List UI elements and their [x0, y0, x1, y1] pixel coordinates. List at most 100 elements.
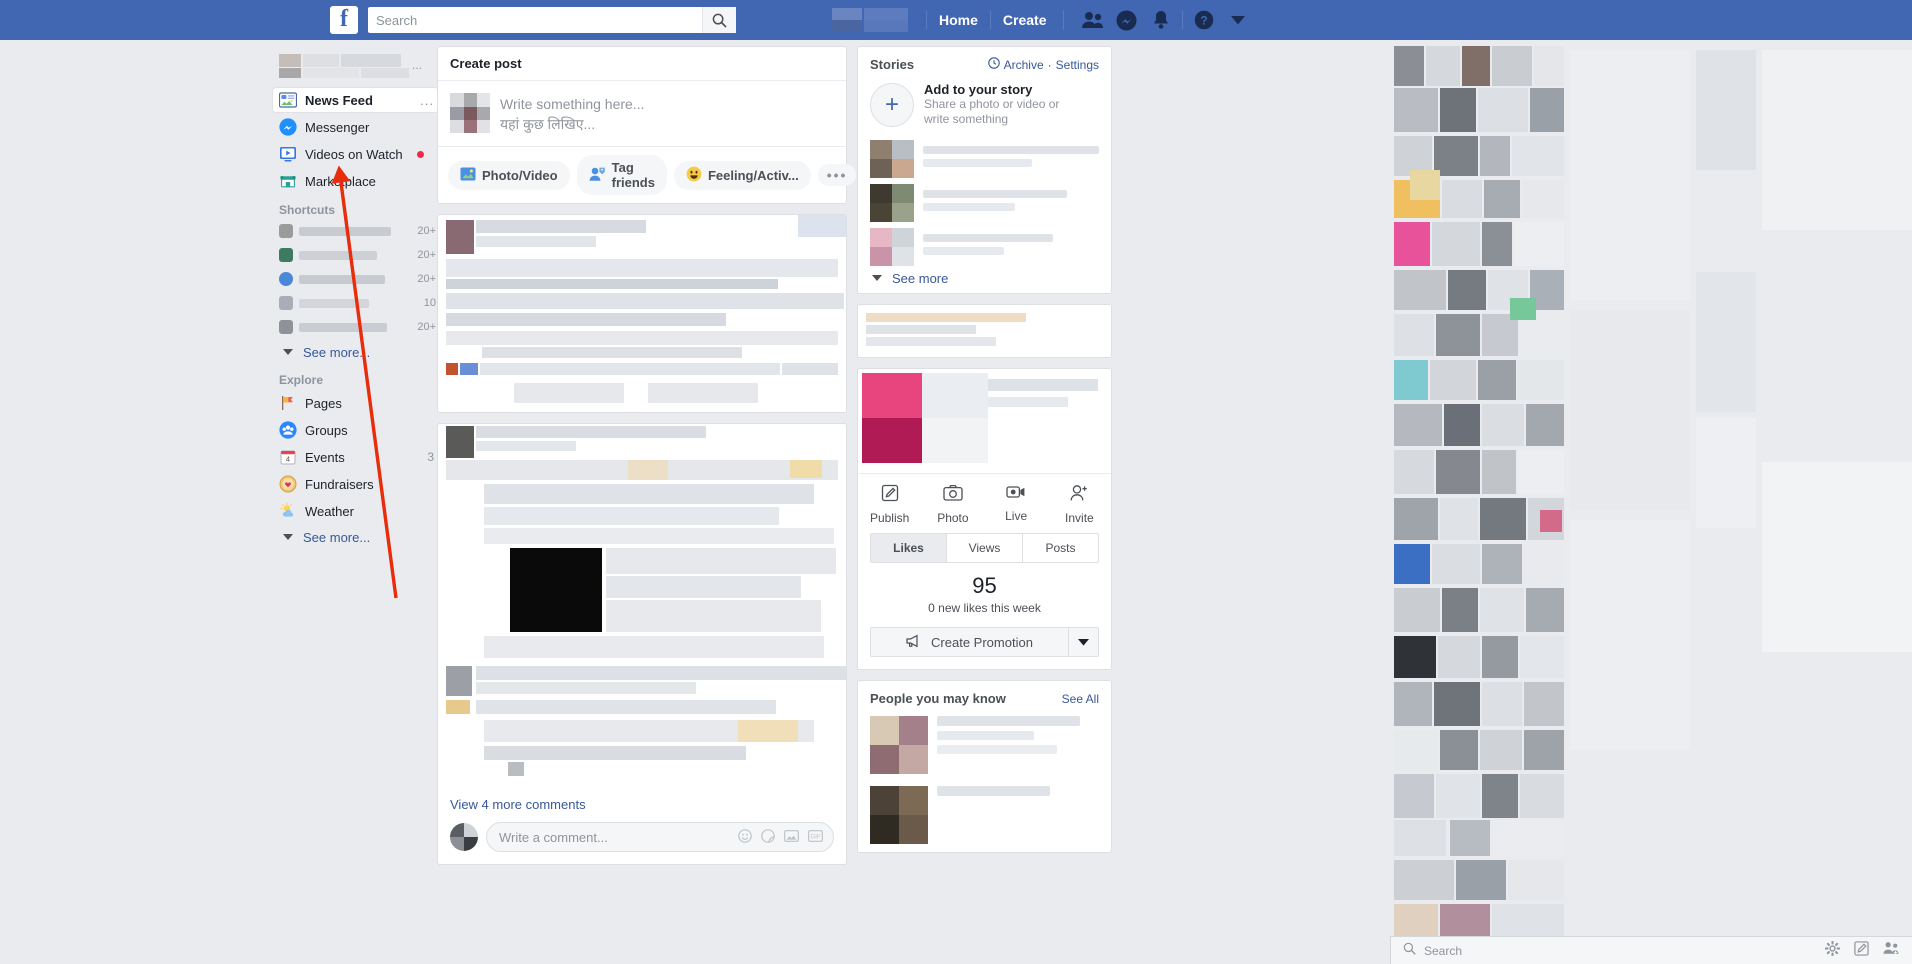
profile-shortcut-blurred[interactable]: ... [279, 52, 438, 82]
search-icon[interactable] [702, 7, 736, 33]
comment-tool-icons: GIF [738, 828, 823, 846]
stories-settings-link[interactable]: Settings [1056, 58, 1099, 72]
sticker-icon[interactable] [761, 828, 775, 846]
chat-dock-icons [1824, 940, 1900, 961]
news-feed-options-icon[interactable]: ... [420, 93, 434, 108]
profile-name-chip[interactable] [832, 8, 908, 32]
compose-message-icon[interactable] [1854, 940, 1869, 961]
sidebar-item-messenger[interactable]: Messenger [273, 115, 438, 139]
pymk-item[interactable] [858, 712, 1111, 782]
story-item[interactable] [858, 181, 1111, 225]
stories-links-separator: · [1047, 57, 1052, 72]
shortcut-item[interactable]: 20+ [273, 317, 438, 337]
shortcut-badge: 20+ [417, 225, 436, 237]
page-action-live[interactable]: Live [985, 484, 1048, 525]
pymk-see-all-link[interactable]: See All [1062, 692, 1099, 706]
comment-input[interactable]: Write a comment... GIF [486, 822, 834, 852]
facebook-logo-icon[interactable]: f [330, 6, 358, 34]
sidebar-item-news-feed[interactable]: News Feed ... [273, 88, 438, 112]
gear-icon[interactable] [1824, 940, 1841, 961]
shortcut-name-blurred [299, 298, 369, 308]
sidebar-item-weather[interactable]: Weather [273, 499, 438, 523]
feed-post[interactable]: View 4 more comments Write a comment... [437, 423, 847, 865]
feed-post[interactable] [437, 214, 847, 413]
chat-dock-bar[interactable]: Search [1390, 936, 1912, 964]
nav-create[interactable]: Create [989, 10, 1059, 30]
view-more-comments-link[interactable]: View 4 more comments [438, 789, 846, 818]
messenger-icon[interactable] [1110, 3, 1144, 37]
create-promotion-main[interactable]: Create Promotion [871, 634, 1068, 651]
likes-count-value: 95 [972, 573, 997, 598]
photo-video-icon [460, 166, 476, 185]
help-icon[interactable]: ? [1187, 3, 1221, 37]
nav-home[interactable]: Home [926, 10, 990, 30]
account-dropdown-icon[interactable] [1221, 3, 1255, 37]
story-name-blurred [923, 146, 1099, 172]
tab-likes[interactable]: Likes [871, 534, 947, 562]
top-nav-icons: ? [1076, 3, 1255, 37]
tab-views[interactable]: Views [947, 534, 1023, 562]
story-item[interactable] [858, 225, 1111, 269]
pymk-name-blurred [937, 716, 1099, 774]
sidebar-label-weather: Weather [305, 503, 354, 519]
shortcuts-see-more-button[interactable]: See more... [273, 341, 438, 363]
chat-search-placeholder[interactable]: Search [1424, 944, 1462, 958]
feeling-activity-icon [686, 166, 702, 185]
groups-icon [279, 421, 297, 439]
page-action-photo[interactable]: Photo [921, 484, 984, 525]
notifications-icon[interactable] [1144, 3, 1178, 37]
friend-requests-icon[interactable] [1076, 3, 1110, 37]
composer-placeholder-group[interactable]: Write something here... यहां कुछ लिखिए..… [500, 93, 644, 134]
shortcut-name-blurred [299, 274, 385, 284]
new-group-icon[interactable] [1883, 941, 1900, 960]
sidebar-item-groups[interactable]: Groups [273, 418, 438, 442]
page-action-publish[interactable]: Publish [858, 484, 921, 525]
emoji-icon[interactable] [738, 828, 752, 846]
shortcut-thumb-icon [279, 320, 293, 334]
sidebar-item-videos-on-watch[interactable]: Videos on Watch [273, 142, 438, 166]
add-to-story-row[interactable]: + Add to your story Share a photo or vid… [858, 78, 1111, 137]
photo-icon[interactable] [784, 829, 799, 846]
composer-more-options-button[interactable]: ••• [817, 164, 857, 186]
shortcut-item[interactable]: 20+ [273, 245, 438, 265]
global-search-box[interactable] [368, 7, 736, 33]
tag-friends-button[interactable]: Tag friends [576, 155, 667, 195]
search-input[interactable] [368, 8, 702, 32]
shortcut-thumb-icon [279, 296, 293, 310]
create-promotion-dropdown-icon[interactable] [1068, 628, 1098, 656]
events-count-badge: 3 [427, 450, 434, 464]
add-story-plus-icon[interactable]: + [870, 82, 914, 127]
shortcut-item[interactable]: 10 [273, 293, 438, 313]
gif-icon[interactable]: GIF [808, 829, 823, 846]
pages-flag-icon [279, 394, 297, 412]
composer-action-bar: Photo/Video Tag friends Feeling/Activ...… [438, 146, 857, 203]
sidebar-item-events[interactable]: 4 Events 3 [273, 445, 438, 469]
story-name-blurred [923, 234, 1099, 260]
shortcut-item[interactable]: 20+ [273, 269, 438, 289]
explore-see-more-button[interactable]: See more... [273, 526, 438, 548]
tab-posts[interactable]: Posts [1023, 534, 1098, 562]
story-item[interactable] [858, 137, 1111, 181]
sidebar-item-fundraisers[interactable]: Fundraisers [273, 472, 438, 496]
create-promotion-button[interactable]: Create Promotion [870, 627, 1099, 657]
chat-search-icon[interactable] [1403, 942, 1416, 960]
composer-body[interactable]: Write something here... यहां कुछ लिखिए..… [438, 81, 846, 146]
sidebar-label-fundraisers: Fundraisers [305, 476, 374, 492]
stories-see-more-button[interactable]: See more [858, 271, 1111, 293]
sidebar-item-pages[interactable]: Pages [273, 391, 438, 415]
shortcut-item[interactable]: 20+ [273, 221, 438, 241]
sponsored-card-blurred[interactable] [857, 304, 1112, 358]
shortcut-badge: 20+ [417, 273, 436, 285]
page-action-invite[interactable]: Invite [1048, 484, 1111, 525]
news-feed-column: Create post Write something here... यहां… [437, 46, 857, 875]
svg-text:GIF: GIF [811, 834, 821, 840]
shortcut-badge: 20+ [417, 249, 436, 261]
shortcut-thumb-icon [279, 248, 293, 262]
photo-video-button[interactable]: Photo/Video [448, 160, 570, 190]
stories-archive-link[interactable]: Archive [1004, 58, 1044, 72]
feeling-activity-button[interactable]: Feeling/Activ... [673, 160, 811, 190]
shortcuts-section-title: Shortcuts [279, 203, 336, 217]
sidebar-item-marketplace[interactable]: Marketplace [273, 169, 438, 193]
stories-card: Stories Archive · Settings + Add to your… [857, 46, 1112, 294]
pymk-item[interactable] [858, 782, 1111, 852]
